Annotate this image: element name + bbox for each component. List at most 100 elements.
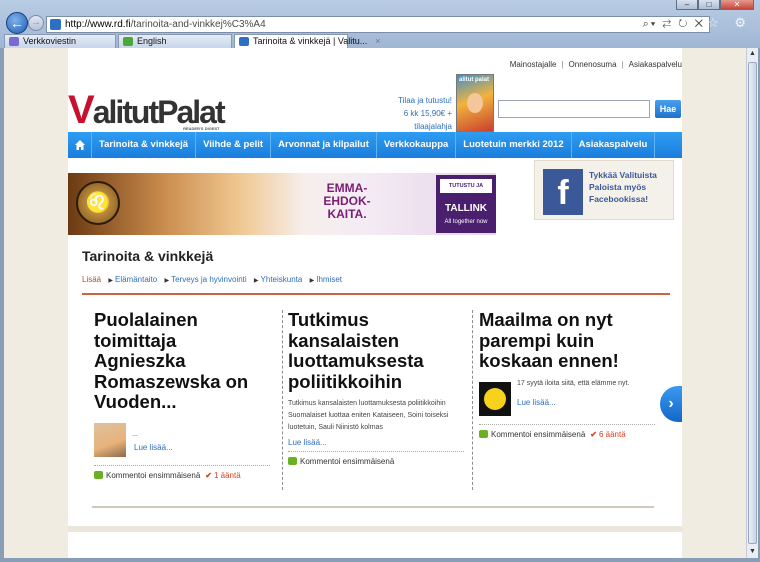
facebook-promo[interactable]: f Tykkää Valituista Paloista myös Facebo…: [534, 160, 674, 220]
main-nav: Tarinoita & vinkkejä Viihde & pelit Arvo…: [68, 132, 682, 158]
tab-english[interactable]: English: [118, 34, 232, 48]
cover-photo: [467, 93, 483, 113]
article-meta: Kommentoi ensimmäisenä: [288, 457, 464, 466]
article-excerpt: ...: [132, 430, 138, 438]
nav-item-tarinoita[interactable]: Tarinoita & vinkkejä: [92, 132, 197, 158]
back-button[interactable]: ←: [6, 12, 28, 34]
category-yhteiskunta[interactable]: Yhteiskunta: [261, 275, 303, 284]
window-controls: – □ ✕: [676, 0, 754, 10]
nav-home-button[interactable]: [68, 132, 92, 158]
lion-emblem-icon: ♌: [76, 181, 120, 225]
article-title[interactable]: Maailma on nyt parempi kuin koskaan enne…: [479, 309, 655, 372]
smiley-thumbnail[interactable]: [479, 381, 511, 416]
vote-check-icon[interactable]: ✔: [205, 471, 212, 480]
read-more-link[interactable]: Lue lisää...: [288, 438, 464, 447]
tab-favicon-icon: [9, 37, 19, 46]
triangle-icon: ▶: [309, 278, 315, 284]
browser-toolbar-icons[interactable]: ⌂ ☆ ⚙: [684, 15, 752, 31]
magazine-cover[interactable]: alitut palat: [456, 74, 494, 132]
triangle-icon: ▶: [164, 278, 170, 284]
article-excerpt: Tutkimus kansalaisten luottamuksesta pol…: [288, 400, 449, 431]
comment-link[interactable]: Kommentoi ensimmäisenä: [491, 430, 585, 439]
close-icon[interactable]: ✕: [720, 0, 754, 10]
vertical-scrollbar[interactable]: ▲ ▼: [746, 48, 758, 558]
vote-check-icon[interactable]: ✔: [590, 430, 597, 439]
comment-bubble-icon: [479, 429, 488, 438]
tallink-panel: TUTUSTU JA VARAA » TALLINK All together …: [436, 175, 496, 233]
article-card: Maailma on nyt parempi kuin koskaan enne…: [479, 309, 655, 439]
facebook-icon: f: [543, 169, 583, 215]
article-meta: Kommentoi ensimmäisenä ✔ 1 ääntä: [94, 470, 270, 480]
maximize-icon[interactable]: □: [698, 0, 720, 10]
triangle-icon: ▶: [253, 278, 259, 284]
forward-button[interactable]: →: [28, 15, 44, 31]
page-viewport: Mainostajalle | Onnenosuma | Asiakaspalvelu …: [4, 48, 746, 558]
comment-link[interactable]: Kommentoi ensimmäisenä: [106, 471, 200, 480]
article-title[interactable]: Tutkimus kansalaisten luottamuksesta pol…: [288, 309, 464, 392]
site-favicon-icon: [50, 19, 61, 30]
article-meta: Kommentoi ensimmäisenä ✔ 6 ääntä: [479, 429, 655, 439]
section-divider: [82, 293, 670, 295]
article-card: Tutkimus kansalaisten luottamuksesta pol…: [288, 309, 464, 466]
comment-bubble-icon: [94, 470, 103, 479]
facebook-promo-text: Tykkää Valituista Paloista myös Facebook…: [589, 170, 657, 204]
minimize-icon[interactable]: –: [676, 0, 698, 10]
tallink-logo: TALLINK: [444, 203, 488, 214]
nav-item-luotetuin[interactable]: Luotetuin merkki 2012: [456, 132, 572, 158]
column-divider: [472, 310, 473, 490]
category-elamantaito[interactable]: Elämäntaito: [115, 275, 157, 284]
nav-item-arvonnat[interactable]: Arvonnat ja kilpailut: [271, 132, 377, 158]
address-bar[interactable]: http://www.rd.fi/tarinoita-and-vinkkej%C…: [46, 16, 710, 33]
article-card: Puolalainen toimittaja Agnieszka Romasze…: [94, 309, 270, 480]
browser-chrome: – □ ✕ ← → http://www.rd.fi/tarinoita-and…: [0, 0, 760, 48]
footer-band: [68, 526, 682, 532]
tallink-tagline: All together now: [444, 219, 488, 225]
banner-emma-text: EMMA-EHDOK-KAITA.: [323, 181, 371, 221]
category-links: Lisää ▶ Elämäntaito ▶ Terveys ja hyvinvoin…: [82, 275, 343, 284]
tab-favicon-icon: [123, 37, 133, 46]
top-link-mainostajalle[interactable]: Mainostajalle: [510, 60, 557, 69]
nav-item-verkkokauppa[interactable]: Verkkokauppa: [377, 132, 457, 158]
top-link-asiakaspalvelu[interactable]: Asiakaspalvelu: [629, 60, 682, 69]
triangle-icon: ▶: [108, 278, 113, 284]
tab-close-icon[interactable]: ×: [375, 36, 380, 46]
nav-item-viihde[interactable]: Viihde & pelit: [196, 132, 272, 158]
top-links: Mainostajalle | Onnenosuma | Asiakaspalvelu: [509, 60, 682, 69]
article-body: 17 syytä iloita siitä, että elämme nyt. …: [479, 380, 655, 418]
scroll-thumb[interactable]: [748, 62, 757, 544]
page-title: Tarinoita & vinkkejä: [82, 248, 214, 264]
tallink-banner-ad[interactable]: ♌ EMMA-EHDOK-KAITA. TUTUSTU JA VARAA » T…: [68, 173, 496, 235]
tab-strip: Verkkoviestin English Tarinoita & vinkke…: [0, 34, 760, 48]
tab-verkkoviestin[interactable]: Verkkoviestin: [4, 34, 116, 48]
page-content: Mainostajalle | Onnenosuma | Asiakaspalvelu …: [68, 48, 682, 558]
banner-cta-button[interactable]: TUTUSTU JA VARAA »: [440, 179, 492, 203]
section-bottom-divider: [92, 506, 654, 508]
vote-count: 1 ääntä: [213, 470, 241, 480]
article-thumbnail[interactable]: [94, 422, 126, 457]
navigation-bar: ← → http://www.rd.fi/tarinoita-and-vinkk…: [4, 12, 756, 36]
home-icon: [74, 140, 85, 150]
vote-count: 6 ääntä: [598, 429, 626, 439]
search-button[interactable]: Hae: [655, 100, 681, 118]
comment-bubble-icon: [288, 457, 297, 465]
address-url: http://www.rd.fi/tarinoita-and-vinkkej%C…: [65, 19, 266, 30]
smiley-icon: [484, 387, 506, 410]
scroll-up-icon[interactable]: ▲: [747, 48, 758, 60]
nav-item-asiakaspalvelu[interactable]: Asiakaspalvelu: [572, 132, 656, 158]
scroll-down-icon[interactable]: ▼: [747, 546, 758, 558]
next-articles-button[interactable]: ›: [660, 386, 682, 422]
tab-favicon-icon: [239, 37, 249, 46]
category-ihmiset[interactable]: Ihmiset: [316, 275, 342, 284]
article-title[interactable]: Puolalainen toimittaja Agnieszka Romasze…: [94, 309, 270, 413]
subscription-promo[interactable]: Tilaa ja tutustu! 6 kk 15,90€ + tilaajal…: [366, 94, 452, 133]
read-more-link[interactable]: Lue lisää...: [134, 443, 173, 452]
tab-tarinoita[interactable]: Tarinoita & vinkkejä | Valitu... ×: [234, 34, 381, 48]
article-body: ... Lue lisää...: [94, 422, 270, 459]
read-more-link[interactable]: Lue lisää...: [517, 398, 556, 407]
chevron-right-icon: ›: [668, 395, 674, 412]
site-logo[interactable]: ValitutPalat READER'S DIGEST: [68, 88, 226, 133]
category-terveys[interactable]: Terveys ja hyvinvointi: [171, 275, 247, 284]
top-link-onnenosuma[interactable]: Onnenosuma: [569, 60, 617, 69]
comment-link[interactable]: Kommentoi ensimmäisenä: [300, 457, 394, 466]
search-input[interactable]: [498, 100, 650, 118]
